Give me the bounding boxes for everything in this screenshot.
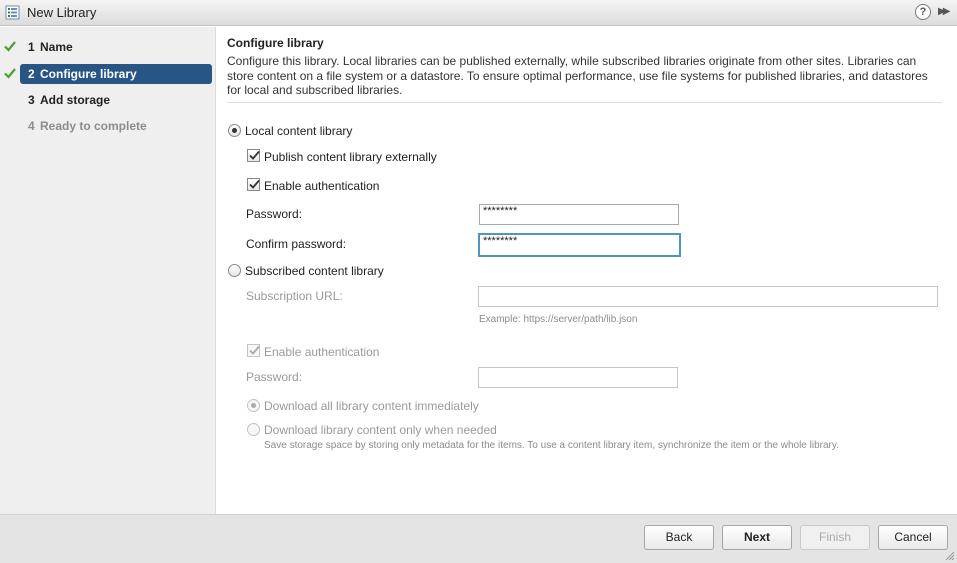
step-add-storage[interactable]: 3 Add storage [20, 90, 212, 110]
wizard-footer: Back Next Finish Cancel [0, 514, 957, 563]
back-button[interactable]: Back [644, 525, 714, 550]
page-description: Configure this library. Local libraries … [227, 54, 928, 97]
step-number: 1 [28, 40, 35, 54]
step-label: Name [40, 40, 73, 54]
subscribed-password-field[interactable] [478, 367, 678, 388]
step-ready-to-complete: 4 Ready to complete [20, 116, 212, 136]
password-label: Password: [246, 207, 303, 221]
confirm-password-label: Confirm password: [246, 237, 347, 251]
subscribed-library-radio[interactable] [228, 264, 241, 277]
download-when-needed-label: Download library content only when neede… [264, 423, 497, 437]
step-number: 2 [28, 67, 35, 81]
password-field[interactable]: ******** [479, 204, 679, 225]
checkmark-icon [249, 150, 260, 160]
window-title: New Library [27, 5, 97, 20]
checkmark-icon [249, 179, 260, 189]
expand-icon[interactable]: ▶▶ [938, 4, 952, 20]
publish-externally-label: Publish content library externally [264, 150, 437, 164]
checkmark-icon [249, 345, 260, 355]
step-number: 4 [28, 119, 35, 133]
configure-library-panel: Configure library Configure this library… [217, 27, 957, 514]
local-library-label: Local content library [245, 124, 353, 138]
subscription-url-field[interactable] [478, 286, 938, 307]
wizard-steps: 1 Name 2 Configure library 3 Add storage… [0, 27, 216, 514]
divider [227, 102, 942, 103]
help-icon[interactable]: ? [915, 4, 931, 20]
step-label: Add storage [40, 93, 111, 107]
download-when-needed-radio[interactable] [247, 423, 260, 436]
step-label: Ready to complete [40, 119, 147, 133]
local-library-radio[interactable] [228, 124, 241, 137]
download-all-label: Download all library content immediately [264, 399, 479, 413]
resize-grip-icon[interactable] [945, 551, 955, 561]
check-icon [4, 68, 16, 79]
step-name[interactable]: 1 Name [4, 37, 212, 57]
download-all-radio[interactable] [247, 399, 260, 412]
step-configure-library[interactable]: 2 Configure library [4, 64, 212, 84]
subscribed-library-label: Subscribed content library [245, 264, 384, 278]
subscription-url-hint: Example: https://server/path/lib.json [479, 314, 638, 325]
subscribed-password-label: Password: [246, 370, 303, 384]
publish-externally-checkbox[interactable] [247, 149, 260, 162]
finish-button: Finish [800, 525, 870, 550]
subscribed-auth-checkbox[interactable] [247, 344, 260, 357]
subscription-url-label: Subscription URL: [246, 289, 343, 303]
step-number: 3 [28, 93, 35, 107]
step-label: Configure library [40, 67, 137, 81]
local-auth-label: Enable authentication [264, 179, 380, 193]
local-auth-checkbox[interactable] [247, 178, 260, 191]
cancel-button[interactable]: Cancel [878, 525, 948, 550]
title-bar: New Library ? ▶▶ [0, 0, 957, 26]
download-when-needed-hint: Save storage space by storing only metad… [264, 440, 839, 451]
library-icon [5, 5, 20, 20]
next-button[interactable]: Next [722, 525, 792, 550]
confirm-password-field[interactable]: ******** [478, 233, 681, 257]
subscribed-auth-label: Enable authentication [264, 345, 380, 359]
page-title: Configure library [227, 36, 324, 50]
check-icon [4, 41, 16, 52]
